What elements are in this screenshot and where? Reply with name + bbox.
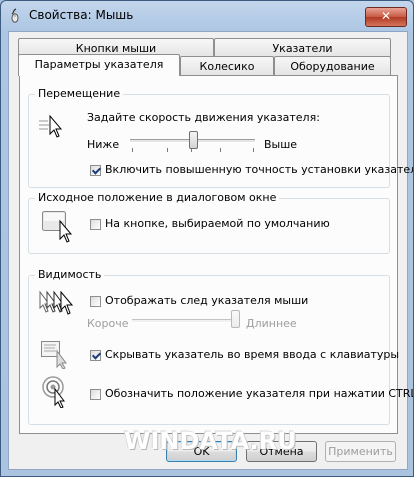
tab-wheel[interactable]: Колесико [180,56,274,76]
tab-pointers[interactable]: Указатели [214,38,391,58]
tab-label: Колесико [199,60,255,73]
snap-to-checkbox[interactable] [90,219,101,230]
long-label: Длиннее [246,317,297,330]
ctrl-locate-icon [42,376,72,411]
slow-label: Ниже [87,138,120,151]
close-button[interactable]: ✕ [365,7,407,27]
precision-checkbox[interactable] [90,165,101,176]
slider-track [132,319,239,323]
fast-label: Выше [264,138,298,151]
mouse-icon [7,7,23,23]
tab-panel: Перемещение Задайте скорость движения ук… [19,75,413,434]
hide-pointer-icon [41,341,71,372]
ctrl-locate-checkbox[interactable] [90,389,101,400]
ctrl-locate-label[interactable]: Обозначить положение указателя при нажат… [105,387,413,400]
pointer-speed-icon [39,112,65,143]
hide-pointer-label[interactable]: Скрывать указатель во время ввода с клав… [105,348,399,361]
group-title: Перемещение [35,87,124,100]
precision-label[interactable]: Включить повышенную точность установки у… [105,163,413,176]
tab-label: Оборудование [290,60,375,73]
close-icon: ✕ [380,9,392,23]
title-bar[interactable]: Свойства: Мышь ✕ [1,1,413,31]
snap-to-icon [42,211,76,246]
pointer-trails-icon [39,289,74,320]
group-title: Видимость [35,268,105,281]
trails-checkbox[interactable] [90,296,101,307]
slider-tick [253,148,254,152]
apply-button[interactable]: Применить [325,441,396,462]
speed-label: Задайте скорость движения указателя: [87,111,320,124]
trails-label[interactable]: Отображать след указателя мыши [105,294,308,307]
tab-pointer-options[interactable]: Параметры указателя [18,54,180,76]
hide-pointer-checkbox[interactable] [90,350,101,361]
slider-thumb[interactable] [231,310,240,328]
tab-hardware[interactable]: Оборудование [274,56,391,76]
slider-tick [132,148,133,152]
dialog-window: Свойства: Мышь ✕ Кнопки мыши Указатели П… [0,0,414,477]
short-label: Короче [87,317,129,330]
watermark: WINDATA.RU [124,427,297,455]
slider-tick [220,148,221,152]
tab-label: Указатели [272,42,333,55]
slider-thumb[interactable] [188,131,198,149]
group-title: Исходное положение в диалоговом окне [35,191,280,204]
window-title: Свойства: Мышь [29,8,134,22]
slider-tick [167,148,168,152]
dialog-client-area: Кнопки мыши Указатели Параметры указател… [8,31,413,470]
tab-label: Параметры указателя [34,58,164,71]
snap-to-label[interactable]: На кнопке, выбираемой по умолчанию [105,217,330,230]
